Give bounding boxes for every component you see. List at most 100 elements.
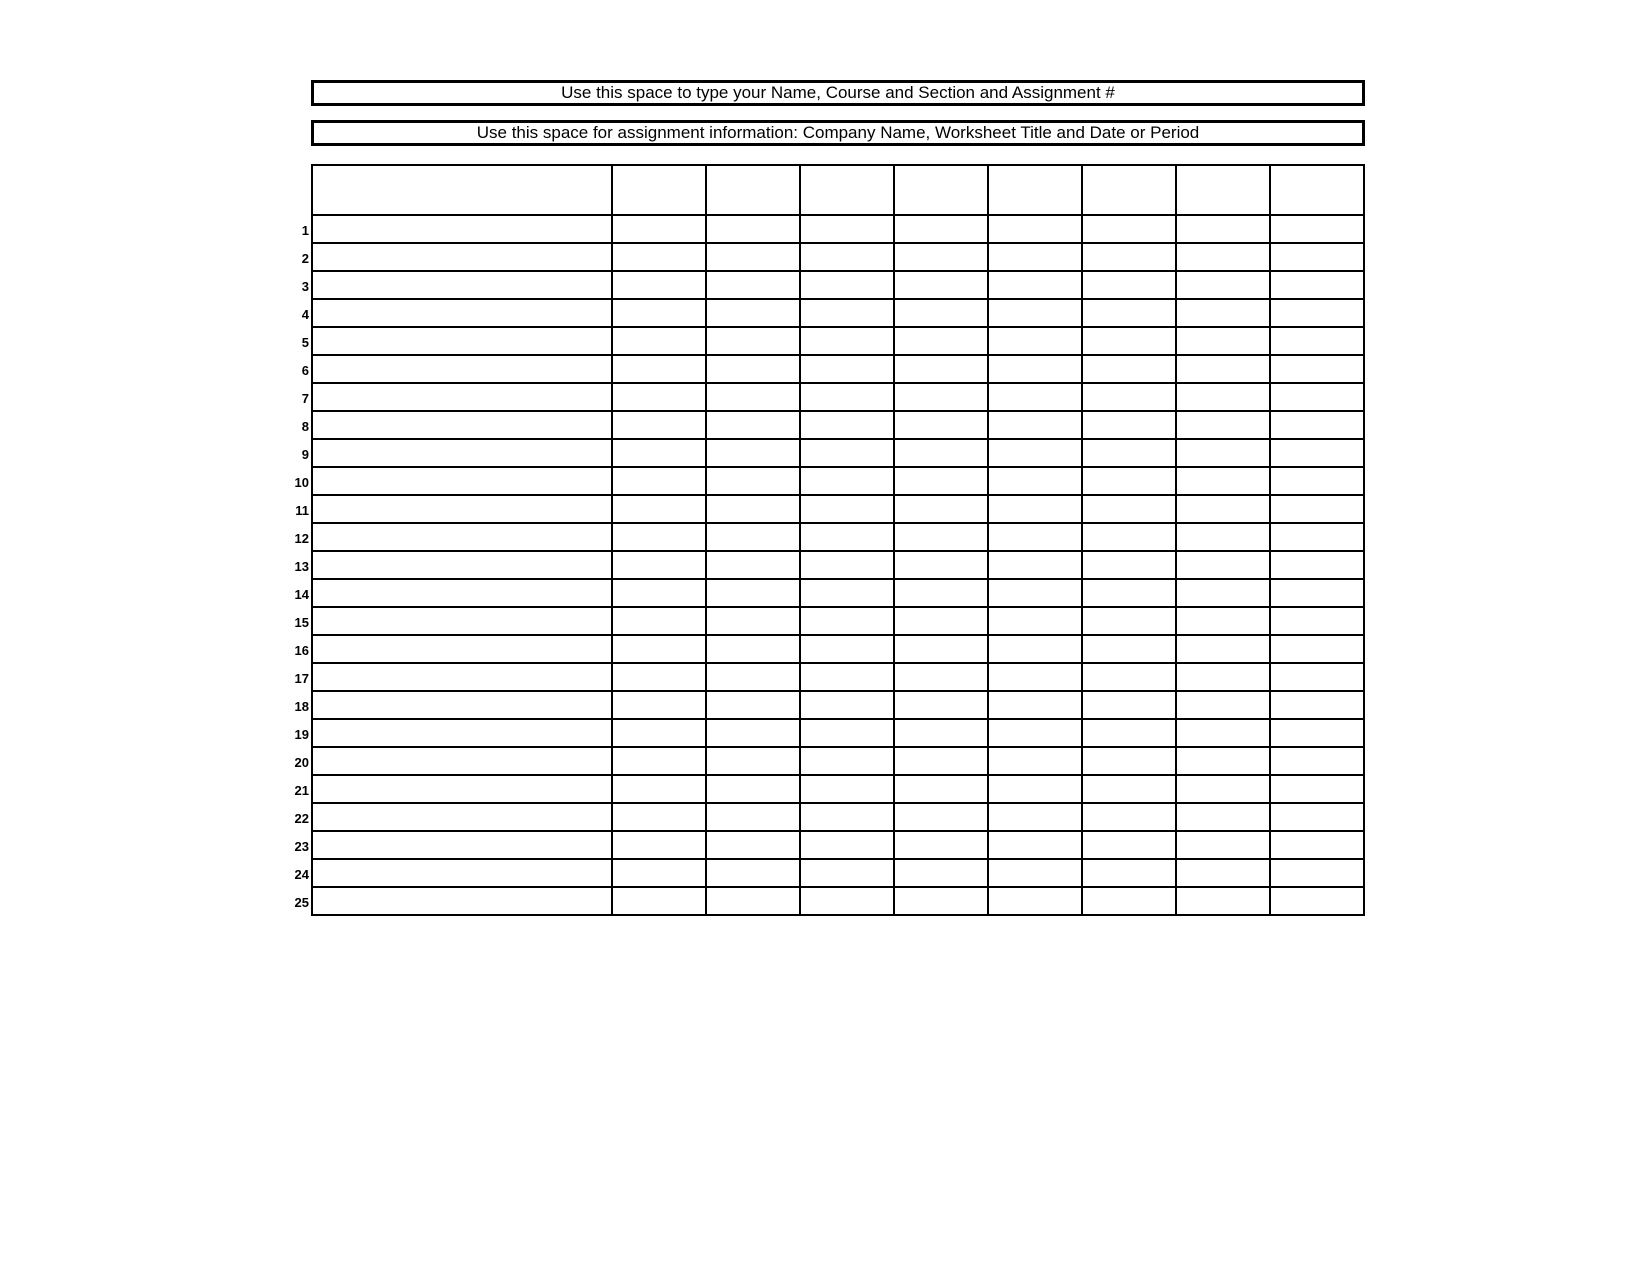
data-cell[interactable] — [613, 636, 707, 662]
data-cell[interactable] — [801, 244, 895, 270]
header-cell[interactable] — [1083, 166, 1177, 214]
data-cell[interactable] — [707, 524, 801, 550]
data-cell[interactable] — [801, 664, 895, 690]
header-cell[interactable] — [1271, 166, 1363, 214]
data-cell[interactable] — [801, 804, 895, 830]
data-cell[interactable] — [1271, 552, 1363, 578]
data-cell[interactable] — [895, 272, 989, 298]
data-cell[interactable] — [1177, 384, 1271, 410]
data-cell[interactable] — [1177, 776, 1271, 802]
data-cell[interactable] — [801, 216, 895, 242]
data-cell[interactable] — [313, 384, 613, 410]
data-cell[interactable] — [707, 888, 801, 914]
data-cell[interactable] — [801, 860, 895, 886]
data-cell[interactable] — [895, 636, 989, 662]
data-cell[interactable] — [989, 440, 1083, 466]
data-cell[interactable] — [613, 580, 707, 606]
data-cell[interactable] — [613, 888, 707, 914]
data-cell[interactable] — [1083, 384, 1177, 410]
data-cell[interactable] — [801, 496, 895, 522]
data-cell[interactable] — [1083, 216, 1177, 242]
data-cell[interactable] — [1177, 412, 1271, 438]
data-cell[interactable] — [313, 608, 613, 634]
data-cell[interactable] — [1271, 272, 1363, 298]
data-cell[interactable] — [707, 748, 801, 774]
data-cell[interactable] — [613, 664, 707, 690]
data-cell[interactable] — [1271, 300, 1363, 326]
data-cell[interactable] — [1083, 832, 1177, 858]
data-cell[interactable] — [1177, 524, 1271, 550]
data-cell[interactable] — [707, 496, 801, 522]
data-cell[interactable] — [895, 804, 989, 830]
data-cell[interactable] — [895, 496, 989, 522]
data-cell[interactable] — [1271, 888, 1363, 914]
data-cell[interactable] — [313, 888, 613, 914]
data-cell[interactable] — [1177, 216, 1271, 242]
data-cell[interactable] — [707, 384, 801, 410]
header-cell[interactable] — [989, 166, 1083, 214]
data-cell[interactable] — [613, 608, 707, 634]
data-cell[interactable] — [1177, 720, 1271, 746]
data-cell[interactable] — [707, 440, 801, 466]
data-cell[interactable] — [313, 468, 613, 494]
data-cell[interactable] — [989, 412, 1083, 438]
data-cell[interactable] — [613, 412, 707, 438]
data-cell[interactable] — [1083, 860, 1177, 886]
data-cell[interactable] — [1177, 832, 1271, 858]
data-cell[interactable] — [1271, 412, 1363, 438]
header-cell[interactable] — [895, 166, 989, 214]
data-cell[interactable] — [1083, 328, 1177, 354]
data-cell[interactable] — [801, 692, 895, 718]
data-cell[interactable] — [801, 272, 895, 298]
data-cell[interactable] — [1083, 412, 1177, 438]
data-cell[interactable] — [1083, 664, 1177, 690]
data-cell[interactable] — [313, 440, 613, 466]
header-assignment-info-box[interactable]: Use this space for assignment informatio… — [311, 120, 1365, 146]
data-cell[interactable] — [989, 888, 1083, 914]
data-cell[interactable] — [989, 244, 1083, 270]
data-cell[interactable] — [1083, 888, 1177, 914]
data-cell[interactable] — [895, 860, 989, 886]
data-cell[interactable] — [895, 552, 989, 578]
data-cell[interactable] — [801, 608, 895, 634]
data-cell[interactable] — [707, 580, 801, 606]
data-cell[interactable] — [801, 468, 895, 494]
data-cell[interactable] — [707, 216, 801, 242]
header-cell[interactable] — [707, 166, 801, 214]
data-cell[interactable] — [895, 384, 989, 410]
data-cell[interactable] — [989, 776, 1083, 802]
header-cell[interactable] — [313, 166, 613, 214]
data-cell[interactable] — [707, 720, 801, 746]
data-cell[interactable] — [313, 496, 613, 522]
data-cell[interactable] — [613, 328, 707, 354]
data-cell[interactable] — [1083, 720, 1177, 746]
data-cell[interactable] — [801, 748, 895, 774]
data-cell[interactable] — [707, 636, 801, 662]
data-cell[interactable] — [895, 832, 989, 858]
data-cell[interactable] — [1177, 552, 1271, 578]
data-cell[interactable] — [989, 496, 1083, 522]
data-cell[interactable] — [707, 608, 801, 634]
data-cell[interactable] — [613, 272, 707, 298]
data-cell[interactable] — [313, 524, 613, 550]
data-cell[interactable] — [895, 328, 989, 354]
data-cell[interactable] — [613, 720, 707, 746]
data-cell[interactable] — [613, 384, 707, 410]
data-cell[interactable] — [1271, 832, 1363, 858]
data-cell[interactable] — [989, 216, 1083, 242]
data-cell[interactable] — [1271, 692, 1363, 718]
data-cell[interactable] — [1177, 888, 1271, 914]
data-cell[interactable] — [707, 328, 801, 354]
data-cell[interactable] — [1083, 636, 1177, 662]
data-cell[interactable] — [801, 832, 895, 858]
data-cell[interactable] — [313, 412, 613, 438]
data-cell[interactable] — [989, 580, 1083, 606]
data-cell[interactable] — [1271, 440, 1363, 466]
data-cell[interactable] — [313, 356, 613, 382]
data-cell[interactable] — [989, 328, 1083, 354]
data-cell[interactable] — [1177, 496, 1271, 522]
data-cell[interactable] — [313, 580, 613, 606]
data-cell[interactable] — [1177, 580, 1271, 606]
data-cell[interactable] — [1271, 468, 1363, 494]
data-cell[interactable] — [613, 748, 707, 774]
